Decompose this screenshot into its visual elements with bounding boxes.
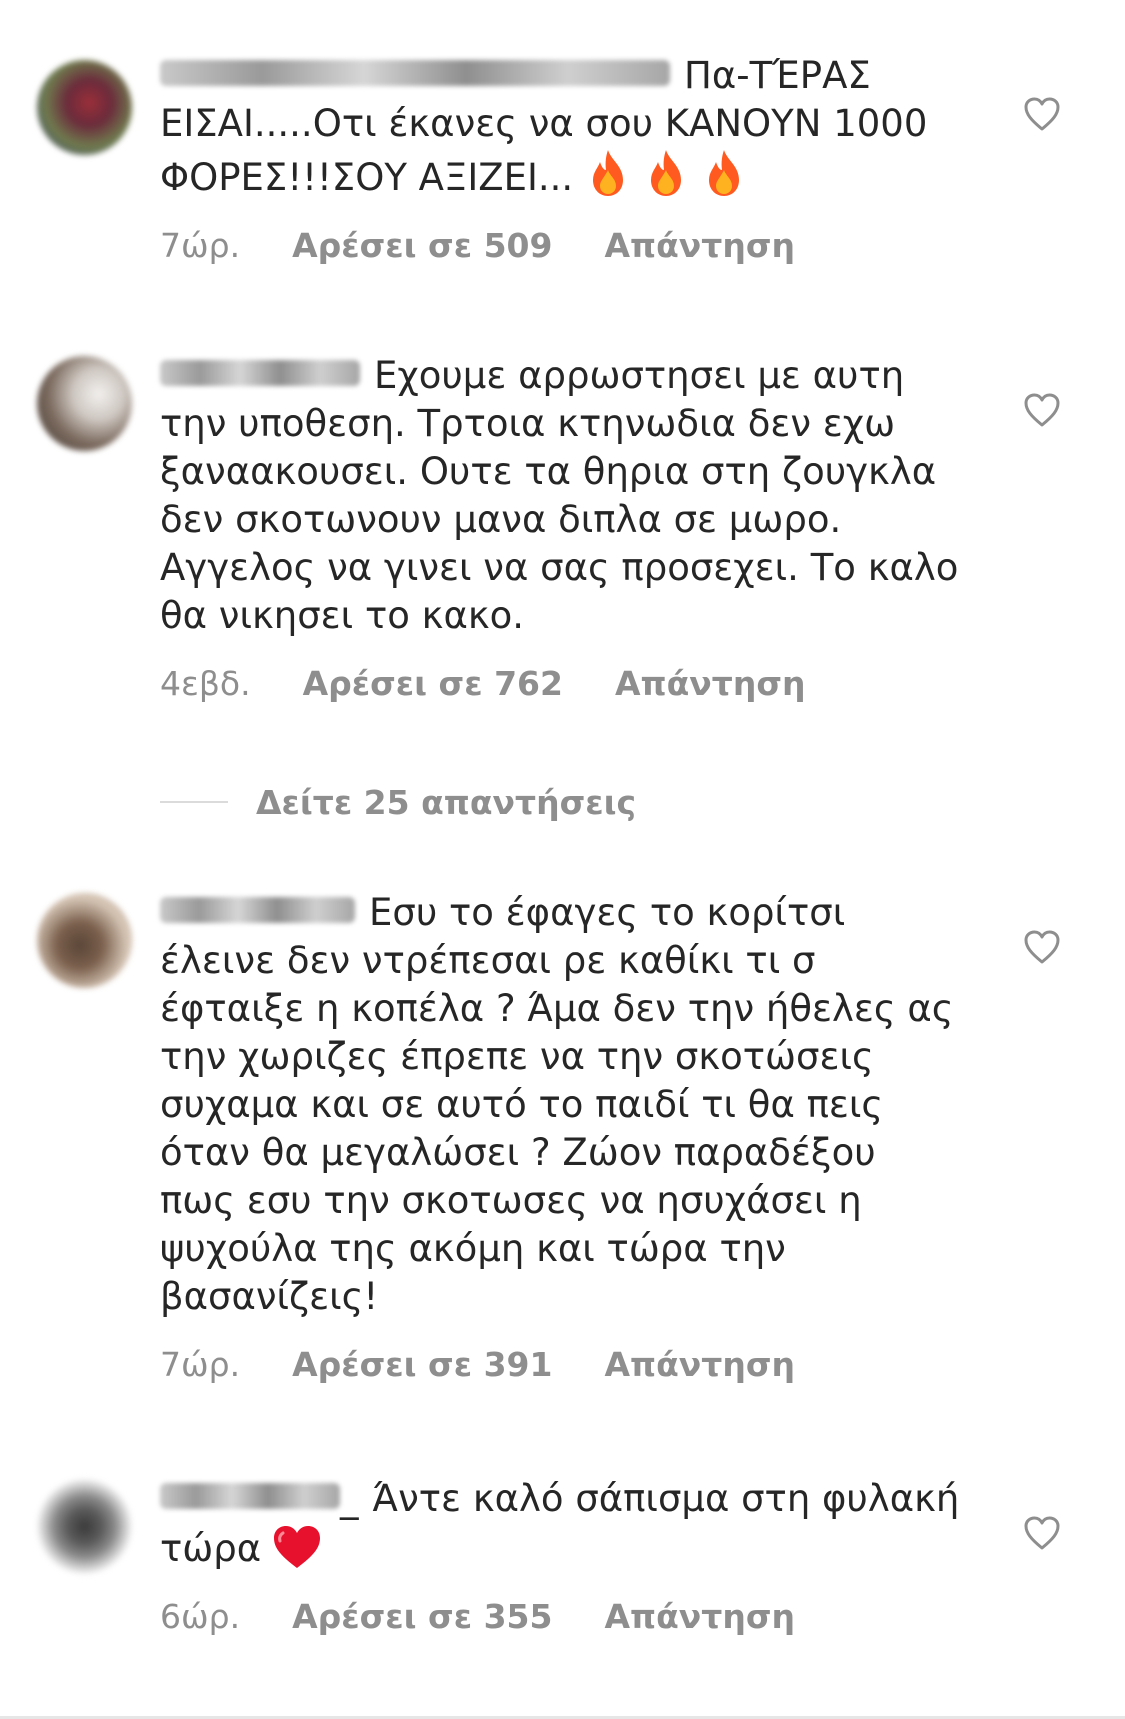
comment-text: Εσυ το έφαγες το κορίτσι έλεινε δεν ντρέ…	[160, 889, 960, 1321]
comment-meta: 6ώρ. Αρέσει σε 355 Απάντηση	[160, 1595, 960, 1639]
comment-time: 4εβδ.	[160, 664, 251, 703]
likes-count[interactable]: Αρέσει σε 509	[292, 224, 552, 268]
red-heart-icon	[274, 1526, 321, 1568]
username-redacted[interactable]	[160, 60, 670, 86]
comment-meta: 7ώρ. Αρέσει σε 391 Απάντηση	[160, 1343, 960, 1387]
comment-body: Πα-ΤΈΡΑΣ ΕΙΣΑΙ.....Οτι έκανες να σου ΚΑΝ…	[160, 52, 960, 268]
view-replies-button[interactable]: Δείτε 25 απαντήσεις	[160, 780, 636, 824]
reply-button[interactable]: Απάντηση	[615, 662, 806, 706]
comment-body: Εσυ το έφαγες το κορίτσι έλεινε δεν ντρέ…	[160, 889, 960, 1387]
comment-time: 6ώρ.	[160, 1597, 241, 1636]
comment-text: Εχουμε αρρωστησει με αυτη την υποθεση. Τ…	[160, 352, 960, 640]
reply-button[interactable]: Απάντηση	[604, 224, 795, 268]
likes-count[interactable]: Αρέσει σε 355	[292, 1595, 552, 1639]
comment-text: _ Άντε καλό σάπισμα στη φυλακή τώρα	[160, 1475, 960, 1573]
comment-body: _ Άντε καλό σάπισμα στη φυλακή τώρα 6ώρ. …	[160, 1475, 960, 1639]
like-heart-icon[interactable]	[1023, 929, 1061, 965]
view-replies-label: Δείτε 25 απαντήσεις	[256, 782, 637, 822]
likes-count[interactable]: Αρέσει σε 762	[303, 662, 563, 706]
comment-message: Εσυ το έφαγες το κορίτσι έλεινε δεν ντρέ…	[160, 891, 954, 1318]
like-heart-icon[interactable]	[1023, 392, 1061, 428]
fire-icon	[709, 150, 740, 196]
avatar[interactable]	[37, 356, 132, 451]
comment-meta: 4εβδ. Αρέσει σε 762 Απάντηση	[160, 662, 960, 706]
likes-count[interactable]: Αρέσει σε 391	[292, 1343, 552, 1387]
username-redacted[interactable]	[160, 897, 355, 923]
fire-icon	[593, 150, 624, 196]
replies-divider-line	[160, 801, 228, 803]
avatar[interactable]	[37, 893, 132, 988]
fire-icon	[651, 150, 682, 196]
comment-time: 7ώρ.	[160, 1345, 241, 1384]
username-redacted[interactable]	[160, 360, 360, 386]
avatar[interactable]	[37, 1479, 132, 1574]
reply-button[interactable]: Απάντηση	[604, 1595, 795, 1639]
username-suffix: _	[340, 1477, 359, 1520]
comment-body: Εχουμε αρρωστησει με αυτη την υποθεση. Τ…	[160, 352, 960, 706]
comment-message: Εχουμε αρρωστησει με αυτη την υποθεση. Τ…	[160, 354, 959, 637]
like-heart-icon[interactable]	[1023, 96, 1061, 132]
username-redacted[interactable]	[160, 1483, 340, 1509]
like-heart-icon[interactable]	[1023, 1515, 1061, 1551]
comment-time: 7ώρ.	[160, 226, 241, 265]
comment-meta: 7ώρ. Αρέσει σε 509 Απάντηση	[160, 224, 960, 268]
avatar[interactable]	[37, 60, 132, 155]
comment-text: Πα-ΤΈΡΑΣ ΕΙΣΑΙ.....Οτι έκανες να σου ΚΑΝ…	[160, 52, 960, 202]
reply-button[interactable]: Απάντηση	[604, 1343, 795, 1387]
